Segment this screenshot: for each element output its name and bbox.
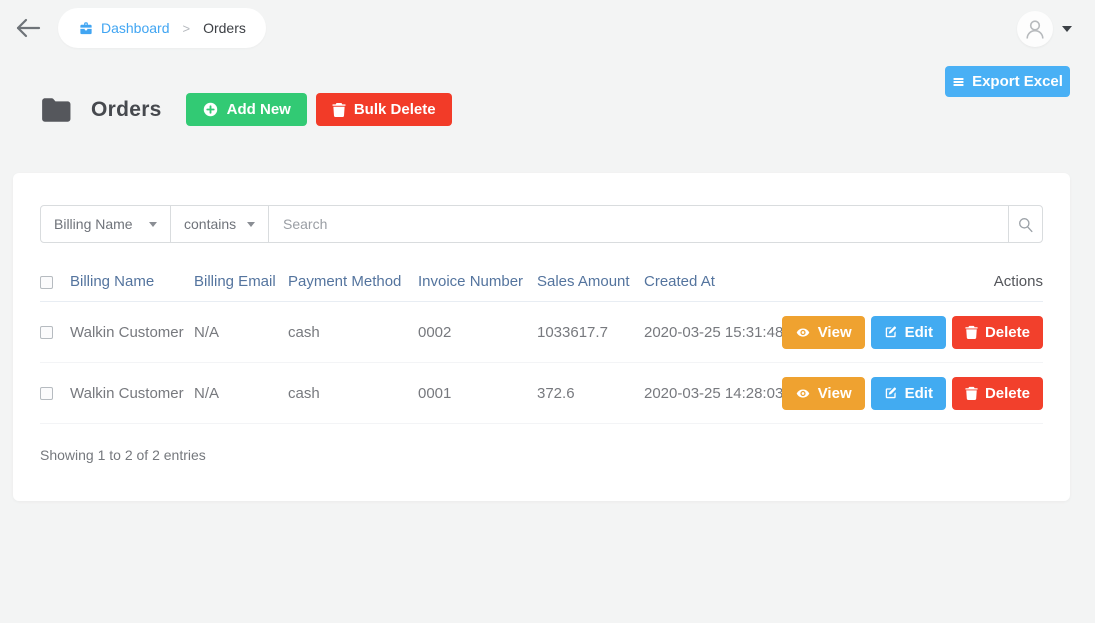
delete-button[interactable]: Delete — [951, 376, 1043, 410]
col-invoice-number[interactable]: Invoice Number — [418, 269, 537, 302]
cell-created-at: 2020-03-25 15:31:48 — [644, 301, 804, 363]
cell-created-at: 2020-03-25 14:28:03 — [644, 362, 804, 424]
filter-bar: Billing Name contains — [40, 205, 1043, 243]
breadcrumb: Dashboard > Orders — [58, 8, 266, 48]
export-excel-label: Export Excel — [972, 73, 1063, 90]
cell-payment-method: cash — [288, 362, 418, 424]
edit-label: Edit — [904, 323, 933, 341]
breadcrumb-dashboard-link[interactable]: Dashboard — [101, 20, 170, 36]
cell-invoice-number: 0002 — [418, 301, 537, 363]
filter-operator-value: contains — [184, 216, 237, 232]
user-menu[interactable] — [1017, 11, 1072, 47]
filter-field-value: Billing Name — [54, 216, 133, 232]
col-payment-method[interactable]: Payment Method — [288, 269, 418, 302]
edit-button[interactable]: Edit — [870, 376, 946, 410]
page-title: Orders — [91, 97, 162, 121]
delete-label: Delete — [984, 323, 1030, 341]
table-row: Walkin Customer N/A cash 0001 372.6 2020… — [40, 362, 1043, 424]
filter-operator-select[interactable]: contains — [171, 206, 269, 242]
breadcrumb-current: Orders — [203, 20, 246, 36]
row-checkbox[interactable] — [40, 387, 53, 401]
plus-circle-icon — [202, 101, 219, 118]
col-billing-name[interactable]: Billing Name — [70, 269, 194, 302]
orders-table: Billing Name Billing Email Payment Metho… — [40, 269, 1043, 424]
cell-payment-method: cash — [288, 301, 418, 363]
cell-billing-email: N/A — [194, 301, 288, 363]
edit-label: Edit — [904, 384, 933, 402]
view-label: View — [817, 323, 852, 341]
avatar[interactable] — [1017, 11, 1053, 47]
search-input[interactable] — [269, 206, 1008, 242]
trash-icon — [965, 325, 978, 339]
edit-icon — [884, 325, 898, 339]
bulk-delete-button[interactable]: Bulk Delete — [315, 93, 452, 126]
chevron-down-icon — [247, 221, 255, 227]
col-sales-amount[interactable]: Sales Amount — [537, 269, 644, 302]
add-new-button[interactable]: Add New — [185, 93, 307, 126]
delete-button[interactable]: Delete — [951, 315, 1043, 349]
user-icon — [1026, 20, 1044, 39]
add-new-label: Add New — [226, 101, 291, 118]
view-label: View — [817, 384, 852, 402]
folder-icon — [40, 95, 74, 125]
briefcase-icon — [78, 21, 94, 36]
excel-bars-icon — [952, 76, 965, 88]
filter-field-select[interactable]: Billing Name — [41, 206, 171, 242]
chevron-down-icon — [149, 221, 157, 227]
orders-card: Billing Name contains Billing Name Bill — [13, 173, 1070, 501]
cell-sales-amount: 372.6 — [537, 362, 644, 424]
table-header-row: Billing Name Billing Email Payment Metho… — [40, 269, 1043, 302]
select-all-checkbox[interactable] — [40, 275, 53, 289]
edit-icon — [884, 386, 898, 400]
search-button[interactable] — [1008, 206, 1042, 242]
eye-icon — [795, 326, 811, 339]
col-actions: Actions — [804, 269, 1043, 302]
table-row: Walkin Customer N/A cash 0002 1033617.7 … — [40, 301, 1043, 363]
search-icon — [1016, 215, 1035, 234]
caret-down-icon[interactable] — [1062, 26, 1072, 32]
cell-billing-email: N/A — [194, 362, 288, 424]
eye-icon — [795, 387, 811, 400]
col-created-at[interactable]: Created At — [644, 269, 804, 302]
bulk-delete-label: Bulk Delete — [353, 101, 436, 118]
col-billing-email[interactable]: Billing Email — [194, 269, 288, 302]
cell-sales-amount: 1033617.7 — [537, 301, 644, 363]
edit-button[interactable]: Edit — [870, 315, 946, 349]
view-button[interactable]: View — [781, 376, 865, 410]
breadcrumb-separator: > — [182, 20, 191, 36]
row-checkbox[interactable] — [40, 326, 53, 340]
entries-summary: Showing 1 to 2 of 2 entries — [40, 447, 206, 463]
export-excel-button[interactable]: Export Excel — [945, 66, 1070, 97]
cell-billing-name: Walkin Customer — [70, 301, 194, 363]
delete-label: Delete — [984, 384, 1030, 402]
cell-billing-name: Walkin Customer — [70, 362, 194, 424]
trash-icon — [332, 102, 346, 117]
back-arrow-icon[interactable] — [14, 15, 42, 41]
cell-invoice-number: 0001 — [418, 362, 537, 424]
view-button[interactable]: View — [781, 315, 865, 349]
trash-icon — [965, 386, 978, 400]
